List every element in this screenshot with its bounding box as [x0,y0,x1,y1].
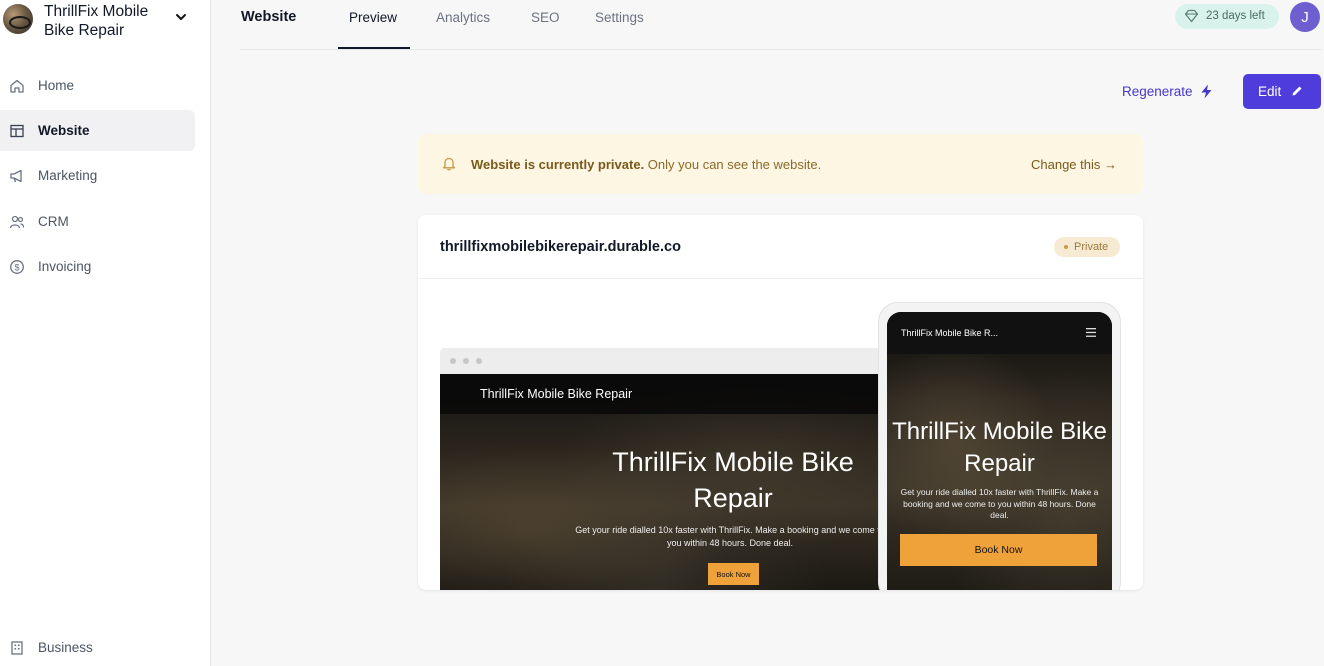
status-badge-label: Private [1074,241,1109,253]
lightning-icon [1201,84,1212,99]
home-icon [8,77,26,95]
desktop-hero-subtitle: Get your ride dialled 10x faster with Th… [575,525,885,548]
desktop-site-title: ThrillFix Mobile Bike Repair [480,387,633,401]
user-avatar[interactable]: J [1290,2,1320,32]
business-avatar [3,4,33,34]
page-title: Website [241,9,297,25]
mobile-site-title: ThrillFix Mobile Bike R... [901,328,999,338]
sidebar-item-label: Marketing [38,168,98,183]
sidebar-item-label: Home [38,78,75,93]
sidebar-item-invoicing[interactable]: $ Invoicing [0,246,195,287]
business-name: ThrillFix Mobile Bike Repair [44,3,149,39]
building-icon [8,639,26,657]
desktop-site-nav: ThrillFix Mobile Bike Repair [440,374,890,414]
svg-text:$: $ [14,262,19,272]
banner-text: Only you can see the website. [644,157,822,172]
sidebar: ThrillFix Mobile Bike Repair Home Websit… [0,0,211,666]
hamburger-menu-icon [1086,328,1096,337]
regenerate-label: Regenerate [1122,84,1193,99]
gem-icon [1184,9,1199,23]
mobile-site-nav: ThrillFix Mobile Bike R... [887,312,1112,354]
bell-icon [442,157,456,171]
mobile-hero-subtitle: Get your ride dialled 10x faster with Th… [900,487,1099,520]
sidebar-item-home[interactable]: Home [0,65,195,106]
website-icon [8,122,26,140]
status-badge: Private [1054,237,1120,257]
sidebar-item-website[interactable]: Website [0,110,195,151]
mobile-hero-title: ThrillFix Mobile Bike Repair [892,418,1107,477]
private-website-banner: Website is currently private. Only you c… [418,134,1143,194]
regenerate-button[interactable]: Regenerate [1122,84,1213,99]
card-header: thrillfixmobilebikerepair.durable.co Pri… [418,215,1143,279]
chevron-down-icon [176,14,186,20]
browser-dot [476,358,482,364]
trial-days-left: 23 days left [1206,10,1265,22]
site-domain[interactable]: thrillfixmobilebikerepair.durable.co [440,239,681,255]
tab-seo[interactable]: SEO [531,10,560,25]
mobile-screen: ThrillFix Mobile Bike R... ThrillFix Mob… [887,312,1112,590]
sidebar-item-business[interactable]: Business [0,627,195,666]
trial-badge[interactable]: 23 days left [1175,4,1279,29]
banner-message: Website is currently private. Only you c… [471,157,821,172]
edit-button[interactable]: Edit [1243,74,1321,109]
status-dot [1064,245,1068,249]
browser-dot [450,358,456,364]
dollar-icon: $ [8,258,26,276]
banner-bold-text: Website is currently private. [471,157,645,172]
mobile-preview[interactable]: ThrillFix Mobile Bike R... ThrillFix Mob… [878,302,1121,590]
pencil-icon [1292,86,1302,96]
sidebar-item-label: Website [38,123,90,138]
sidebar-item-label: CRM [38,214,69,229]
sidebar-item-label: Business [38,640,93,655]
edit-label: Edit [1258,84,1282,99]
desktop-hero: ThrillFix Mobile Bike Repair ThrillFix M… [440,374,890,590]
megaphone-icon [8,167,26,185]
users-icon [8,213,26,231]
desktop-hero-title: ThrillFix Mobile Bike Repair [612,447,854,513]
tab-settings[interactable]: Settings [595,10,644,25]
sidebar-item-marketing[interactable]: Marketing [0,155,195,196]
change-visibility-link[interactable]: Change this → [1031,157,1117,172]
website-preview-card: thrillfixmobilebikerepair.durable.co Pri… [418,215,1143,590]
sidebar-item-label: Invoicing [38,259,92,274]
browser-chrome [440,348,890,374]
tab-preview[interactable]: Preview [349,10,397,25]
browser-dot [463,358,469,364]
mobile-book-now-button: Book Now [900,534,1097,566]
active-tab-indicator [338,47,410,49]
desktop-book-now-button: Book Now [708,563,759,585]
tab-analytics[interactable]: Analytics [436,10,490,25]
desktop-preview[interactable]: ThrillFix Mobile Bike Repair ThrillFix M… [440,348,890,590]
sidebar-item-crm[interactable]: CRM [0,201,195,242]
top-bar: Website Preview Analytics SEO Settings 2… [240,0,1322,50]
business-switcher[interactable]: ThrillFix Mobile Bike Repair [0,0,211,46]
